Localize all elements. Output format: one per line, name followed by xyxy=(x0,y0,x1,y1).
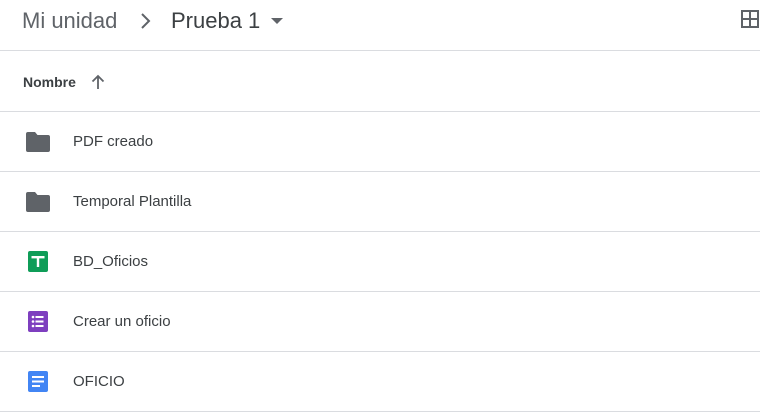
breadcrumb-current-label: Prueba 1 xyxy=(171,8,261,33)
file-name: OFICIO xyxy=(73,373,125,390)
name-column-label: Nombre xyxy=(23,74,76,90)
sheets-icon xyxy=(25,251,51,273)
arrow-up-icon xyxy=(76,73,107,91)
file-row-oficio[interactable]: OFICIO xyxy=(0,352,760,412)
chevron-right-icon xyxy=(135,9,155,33)
sort-by-name-button[interactable]: Nombre xyxy=(23,69,107,95)
drive-file-browser: Mi unidad Prueba 1 Nombre PDF creado Tem… xyxy=(0,0,760,417)
list-column-header: Nombre xyxy=(0,51,760,112)
breadcrumb: Mi unidad Prueba 1 xyxy=(0,0,760,51)
file-name: BD_Oficios xyxy=(73,253,149,270)
folder-icon xyxy=(25,191,51,213)
file-row-pdf-creado[interactable]: PDF creado xyxy=(0,112,760,172)
file-row-crear-un-oficio[interactable]: Crear un oficio xyxy=(0,292,760,352)
file-name: PDF creado xyxy=(73,133,154,150)
file-row-bd-oficios[interactable]: BD_Oficios xyxy=(0,232,760,292)
file-list: PDF creado Temporal Plantilla BD_Oficios xyxy=(0,112,760,412)
caret-down-icon xyxy=(260,12,286,30)
breadcrumb-current-folder-button[interactable]: Prueba 1 xyxy=(163,4,292,38)
file-name: Crear un oficio xyxy=(73,313,171,330)
file-row-temporal-plantilla[interactable]: Temporal Plantilla xyxy=(0,172,760,232)
breadcrumb-root-mi-unidad[interactable]: Mi unidad xyxy=(14,4,125,38)
docs-icon xyxy=(25,371,51,393)
grid-view-button[interactable] xyxy=(737,8,760,34)
grid-view-icon xyxy=(741,9,759,33)
forms-icon xyxy=(25,311,51,333)
folder-icon xyxy=(25,131,51,153)
file-name: Temporal Plantilla xyxy=(73,193,192,210)
